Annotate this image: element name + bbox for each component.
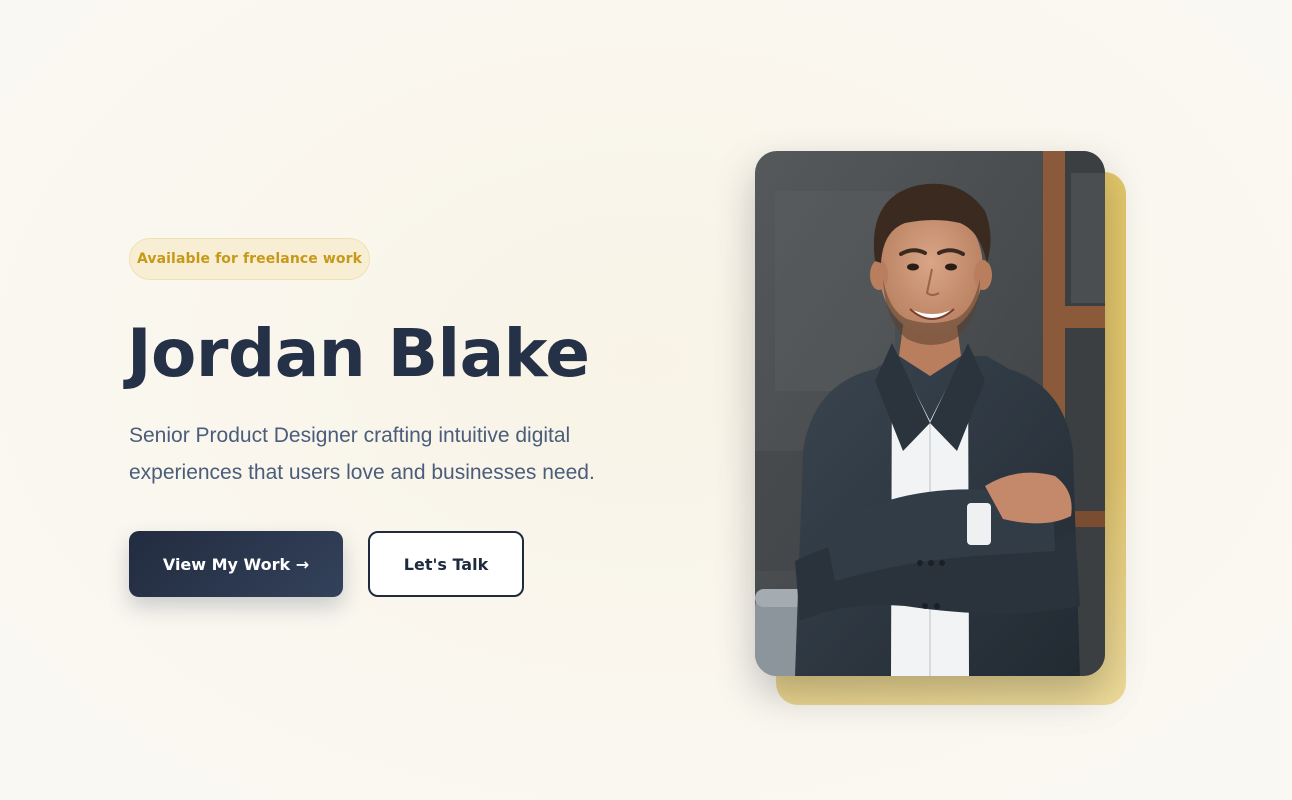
lets-talk-button[interactable]: Let's Talk	[368, 531, 524, 597]
portrait-illustration	[755, 151, 1105, 676]
hero-name: Jordan Blake	[127, 315, 590, 392]
availability-badge: Available for freelance work	[129, 238, 370, 280]
portrait-photo	[755, 151, 1105, 676]
hero-tagline: Senior Product Designer crafting intuiti…	[129, 424, 595, 484]
hero-section: Available for freelance work Jordan Blak…	[0, 0, 1292, 800]
view-my-work-button[interactable]: View My Work →	[129, 531, 343, 597]
